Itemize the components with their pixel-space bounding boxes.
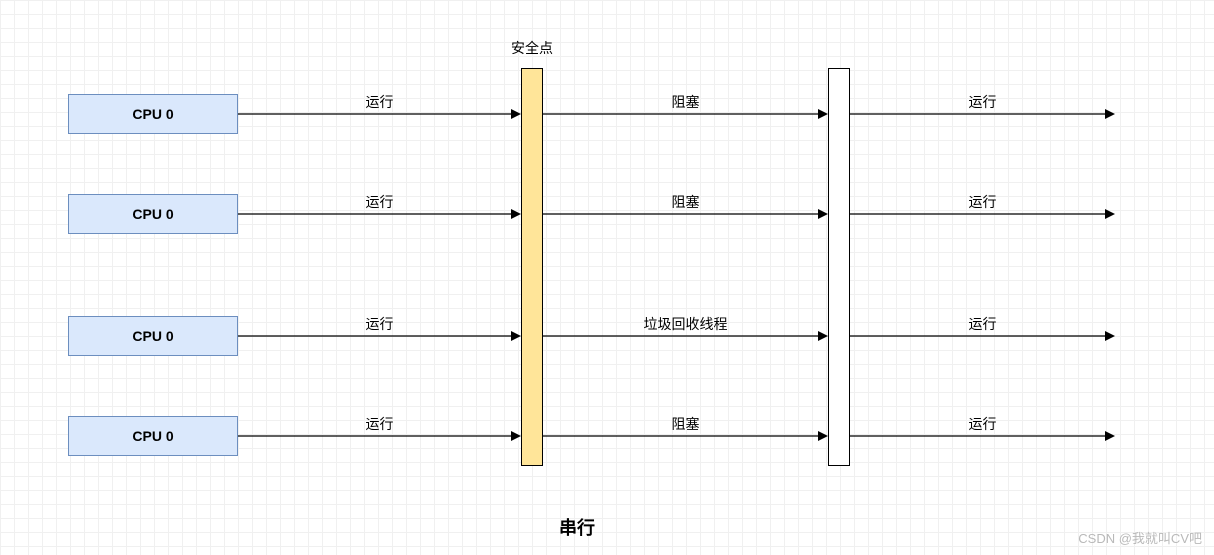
segment-run-before-label: 运行 <box>366 414 394 434</box>
safepoint-label: 安全点 <box>511 38 553 58</box>
segment-middle-label: 阻塞 <box>672 92 700 112</box>
segment-run-after-label: 运行 <box>969 414 997 434</box>
cpu-label: CPU 0 <box>132 106 173 122</box>
cpu-label: CPU 0 <box>132 428 173 444</box>
segment-run-after-label: 运行 <box>969 192 997 212</box>
segment-middle-label: 垃圾回收线程 <box>644 314 728 334</box>
cpu-box: CPU 0 <box>68 94 238 134</box>
segment-middle-label: 阻塞 <box>672 192 700 212</box>
cpu-box: CPU 0 <box>68 194 238 234</box>
segment-run-before-label: 运行 <box>366 192 394 212</box>
cpu-box: CPU 0 <box>68 316 238 356</box>
cpu-label: CPU 0 <box>132 206 173 222</box>
watermark: CSDN @我就叫CV吧 <box>1078 528 1202 547</box>
segment-middle-label: 阻塞 <box>672 414 700 434</box>
segment-run-before-label: 运行 <box>366 314 394 334</box>
segment-run-before-label: 运行 <box>366 92 394 112</box>
segment-run-after-label: 运行 <box>969 314 997 334</box>
resume-bar <box>828 68 850 466</box>
segment-run-after-label: 运行 <box>969 92 997 112</box>
diagram-title: 串行 <box>559 514 595 540</box>
cpu-label: CPU 0 <box>132 328 173 344</box>
cpu-box: CPU 0 <box>68 416 238 456</box>
safepoint-bar <box>521 68 543 466</box>
